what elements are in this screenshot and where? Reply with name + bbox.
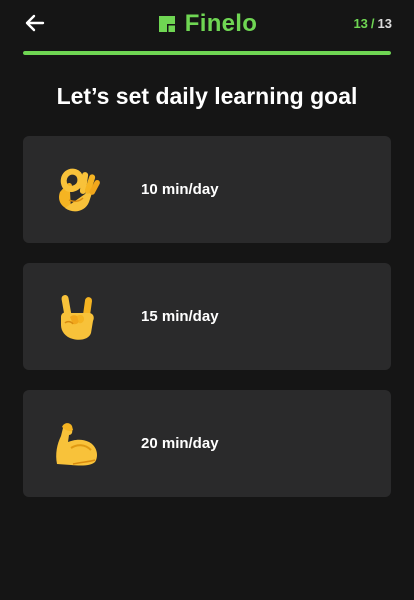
goal-option-label: 15 min/day (141, 308, 219, 325)
goal-option-20[interactable]: 20 min/day (23, 390, 391, 497)
step-separator: / (370, 16, 375, 31)
goal-options: 10 min/day 15 min/day 20 min/day (23, 136, 391, 517)
back-button[interactable] (22, 11, 48, 35)
logo-text: Finelo (184, 10, 258, 37)
flexed-biceps-icon (51, 418, 103, 470)
ok-hand-icon (51, 164, 103, 216)
step-counter: 13/13 (353, 16, 392, 31)
goal-option-10[interactable]: 10 min/day (23, 136, 391, 243)
logo: Finelo (147, 10, 267, 38)
onboarding-screen: Finelo 13/13 Let’s set daily learning go… (0, 0, 414, 600)
step-total: 13 (377, 16, 392, 31)
progress-fill (23, 51, 391, 55)
goal-option-15[interactable]: 15 min/day (23, 263, 391, 370)
step-current: 13 (353, 16, 368, 31)
arrow-left-icon (25, 14, 45, 32)
progress-bar (23, 51, 391, 55)
header: Finelo 13/13 (0, 0, 414, 50)
page-title: Let’s set daily learning goal (56, 83, 358, 109)
goal-option-label: 10 min/day (141, 181, 219, 198)
sign-of-horns-icon (51, 291, 103, 343)
finelo-logo-icon (158, 16, 175, 32)
goal-option-label: 20 min/day (141, 435, 219, 452)
